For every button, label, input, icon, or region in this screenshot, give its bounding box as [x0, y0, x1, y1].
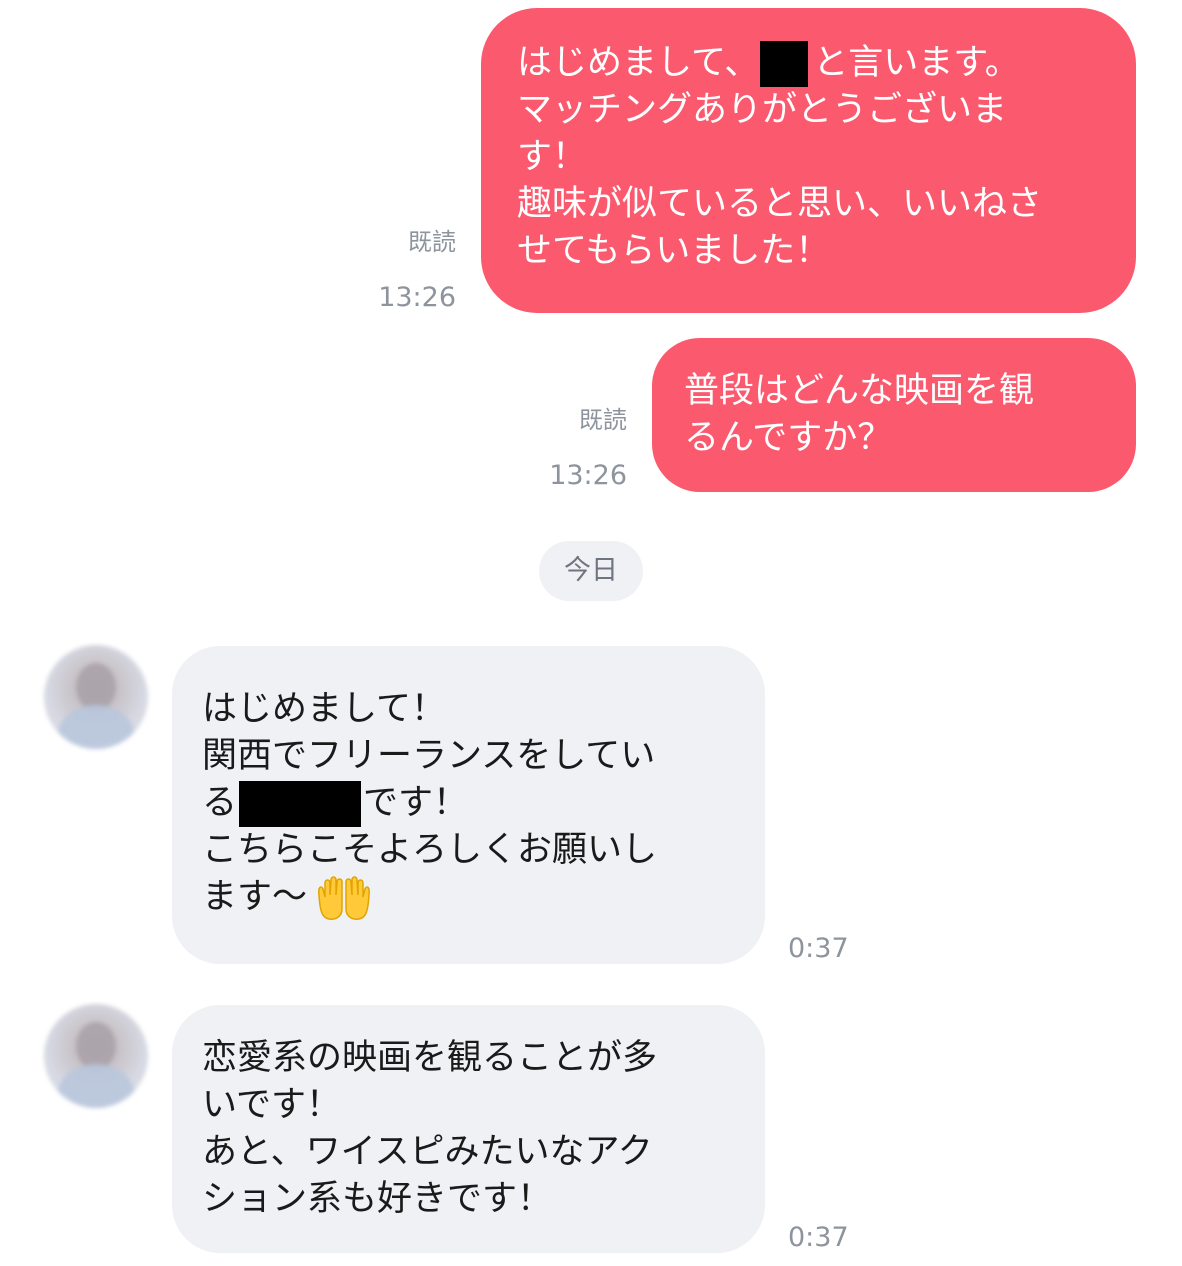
- outgoing-message-bubble[interactable]: はじめまして、 と言います。 マッチングありがとうございま す！ 趣味が似ていると…: [481, 8, 1136, 313]
- date-divider: 今日: [539, 541, 643, 601]
- message-line: はじめまして！: [202, 689, 446, 729]
- message-line: ます〜: [202, 874, 745, 921]
- message-line: るんですか？: [684, 418, 893, 458]
- message-line: マッチングありがとうございま: [517, 90, 1008, 130]
- message-meta: 既読 13:26: [352, 228, 456, 314]
- message-line: 普段はどんな映画を観: [684, 371, 1035, 411]
- message-line: はじめまして、 と言います。: [517, 40, 1116, 87]
- sender-avatar[interactable]: [44, 645, 148, 749]
- message-line: 恋愛系の映画を観ることが多: [202, 1038, 658, 1078]
- sender-avatar[interactable]: [44, 1004, 148, 1108]
- chat-thread: 既読 13:26 はじめまして、 と言います。 マッチングありがとうございま す！…: [0, 0, 1182, 1266]
- message-time: 13:26: [549, 460, 627, 491]
- palms-up-together-emoji: [318, 876, 370, 920]
- incoming-message-bubble[interactable]: はじめまして！ 関西でフリーランスをしてい るです！ こちらこそよろしくお願いし…: [172, 646, 765, 964]
- message-line: す！: [517, 137, 588, 177]
- message-meta: 既読 13:26: [520, 406, 627, 492]
- message-line: せてもらいました！: [517, 231, 831, 271]
- message-line: いです！: [202, 1085, 341, 1125]
- message-time: 0:37: [788, 1222, 849, 1253]
- message-time: 0:37: [788, 933, 849, 964]
- message-time: 13:26: [378, 282, 456, 313]
- message-line: 関西でフリーランスをしてい: [202, 736, 656, 776]
- message-line: 趣味が似ていると思い、いいねさ: [517, 184, 1043, 224]
- message-line: るです！: [202, 780, 745, 827]
- redacted-name-block: [239, 781, 362, 827]
- redacted-name-block: [760, 41, 809, 87]
- incoming-message-bubble[interactable]: 恋愛系の映画を観ることが多 いです！ あと、ワイスピみたいなアク ション系も好き…: [172, 1005, 765, 1253]
- message-line: ション系も好きです！: [202, 1179, 553, 1219]
- message-line: こちらこそよろしくお願いし: [202, 830, 658, 870]
- message-line: あと、ワイスピみたいなアク: [202, 1132, 653, 1172]
- read-receipt: 既読: [579, 406, 627, 434]
- read-receipt: 既読: [408, 228, 456, 256]
- outgoing-message-bubble[interactable]: 普段はどんな映画を観 るんですか？: [652, 338, 1136, 492]
